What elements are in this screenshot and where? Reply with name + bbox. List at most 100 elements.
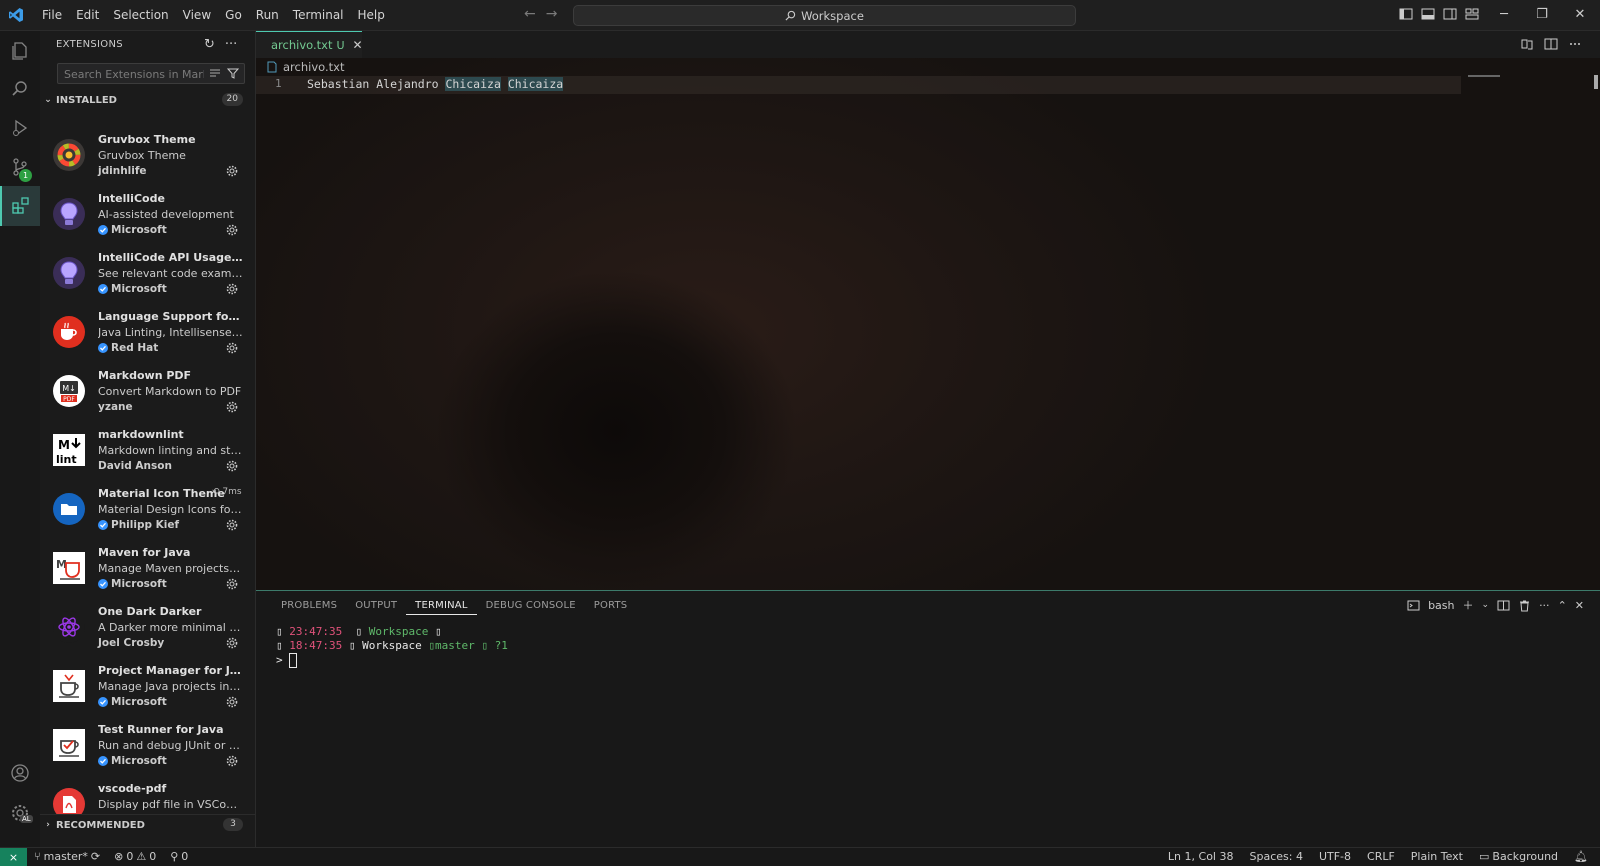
manage-extension-gear-icon[interactable] bbox=[226, 460, 238, 472]
language-mode[interactable]: Plain Text bbox=[1411, 850, 1463, 863]
close-panel-icon[interactable]: ✕ bbox=[1575, 599, 1584, 612]
ports-indicator[interactable]: ⚲ 0 bbox=[170, 850, 188, 863]
verified-publisher-icon bbox=[98, 520, 108, 530]
manage-extension-gear-icon[interactable] bbox=[226, 519, 238, 531]
manage-extension-gear-icon[interactable] bbox=[226, 696, 238, 708]
toggle-secondary-sidebar-icon[interactable] bbox=[1443, 7, 1457, 21]
extensions-icon[interactable] bbox=[0, 186, 40, 226]
current-line[interactable]: 1 Sebastian Alejandro Chicaiza Chicaiza bbox=[256, 76, 1461, 94]
extension-item[interactable]: M↓ PDF Markdown PDF Convert Markdown to PDF… bbox=[40, 364, 255, 424]
menu-selection[interactable]: Selection bbox=[106, 0, 175, 30]
manage-extension-gear-icon[interactable] bbox=[226, 755, 238, 767]
command-center[interactable]: Workspace bbox=[573, 5, 1076, 26]
extension-item[interactable]: Material Icon Theme ⟲ 7ms Material Design … bbox=[40, 482, 255, 542]
tab-ports[interactable]: PORTS bbox=[585, 598, 637, 615]
svg-text:M: M bbox=[58, 438, 70, 452]
accounts-icon[interactable] bbox=[0, 753, 40, 793]
terminal-dropdown-icon[interactable]: ⌄ bbox=[1482, 600, 1490, 610]
clear-filter-icon[interactable] bbox=[209, 67, 221, 79]
split-terminal-icon[interactable] bbox=[1497, 599, 1510, 612]
terminal-time: 18:47:35 bbox=[289, 639, 343, 652]
extension-search-input[interactable] bbox=[62, 66, 206, 82]
manage-extension-gear-icon[interactable] bbox=[226, 115, 238, 127]
more-editor-actions-icon[interactable] bbox=[1568, 37, 1582, 51]
extension-item[interactable]: M Maven for Java Manage Maven projects, ex… bbox=[40, 541, 255, 601]
source-control-icon[interactable]: 1 bbox=[0, 147, 40, 187]
problems-indicator[interactable]: ⊗ 0 ⚠ 0 bbox=[114, 850, 156, 863]
minimize-icon[interactable]: ─ bbox=[1485, 0, 1523, 30]
extension-item[interactable]: Project Manager for Java Manage Java proj… bbox=[40, 659, 255, 719]
manage-extension-gear-icon[interactable] bbox=[226, 637, 238, 649]
run-debug-icon[interactable] bbox=[0, 108, 40, 148]
close-window-icon[interactable]: ✕ bbox=[1561, 0, 1599, 30]
code-line[interactable]: Sebastian Alejandro Chicaiza Chicaiza bbox=[307, 77, 564, 91]
refresh-icon[interactable]: ↻ bbox=[204, 37, 215, 52]
extension-item[interactable]: Gruvbox Theme Gruvbox Theme jdinhlife bbox=[40, 128, 255, 188]
shell-name[interactable]: bash bbox=[1428, 599, 1454, 612]
forward-arrow-icon[interactable]: → bbox=[546, 6, 558, 22]
manage-extension-gear-icon[interactable] bbox=[226, 342, 238, 354]
markdown-pdf-icon: M↓ PDF bbox=[52, 374, 86, 408]
terminal-output[interactable]: ▯ 23:47:35 ▯ Workspace ▯ ▯ 18:47:35 ▯ Wo… bbox=[276, 625, 508, 668]
menu-terminal[interactable]: Terminal bbox=[286, 0, 351, 30]
terminal-icon bbox=[1407, 600, 1420, 610]
encoding[interactable]: UTF-8 bbox=[1319, 850, 1351, 863]
new-terminal-icon[interactable]: ＋ bbox=[1463, 597, 1474, 613]
more-panel-actions-icon[interactable]: ··· bbox=[1539, 599, 1550, 612]
explorer-icon[interactable] bbox=[0, 31, 40, 71]
remote-indicator-icon[interactable]: ⨯ bbox=[0, 848, 27, 866]
search-view-icon[interactable] bbox=[0, 69, 40, 109]
tab-debug-console[interactable]: DEBUG CONSOLE bbox=[477, 598, 585, 615]
close-tab-icon[interactable]: ✕ bbox=[353, 38, 363, 52]
manage-gear-icon[interactable] bbox=[0, 793, 40, 833]
recommended-section-header[interactable]: › RECOMMENDED 3 bbox=[40, 814, 255, 835]
extension-item[interactable]: Language Support for Jav... Java Linting,… bbox=[40, 305, 255, 365]
extension-item[interactable]: IntelliCode AI-assisted development Micros… bbox=[40, 187, 255, 247]
ports-count: 0 bbox=[181, 850, 189, 863]
installed-section-header[interactable]: ⌄ INSTALLED 20 bbox=[40, 90, 255, 110]
tab-terminal[interactable]: TERMINAL bbox=[406, 598, 477, 615]
end-of-line[interactable]: CRLF bbox=[1367, 850, 1395, 863]
menu-go[interactable]: Go bbox=[218, 0, 249, 30]
manage-extension-gear-icon[interactable] bbox=[226, 165, 238, 177]
toggle-primary-sidebar-icon[interactable] bbox=[1399, 7, 1413, 21]
tab-archivo[interactable]: archivo.txt U ✕ bbox=[256, 31, 363, 58]
branch-indicator[interactable]: ⑂ master* ⟳ bbox=[34, 850, 100, 863]
manage-extension-gear-icon[interactable] bbox=[226, 224, 238, 236]
manage-extension-gear-icon[interactable] bbox=[226, 578, 238, 590]
menu-edit[interactable]: Edit bbox=[69, 0, 106, 30]
toggle-panel-icon[interactable] bbox=[1421, 7, 1435, 21]
customize-layout-icon[interactable] bbox=[1465, 7, 1479, 21]
editor-scrollbar[interactable] bbox=[1594, 75, 1598, 89]
background-status[interactable]: ▭ Background bbox=[1479, 850, 1558, 863]
menu-file[interactable]: File bbox=[35, 0, 69, 30]
cursor-position[interactable]: Ln 1, Col 38 bbox=[1168, 850, 1234, 863]
extension-publisher: yzane bbox=[98, 401, 133, 413]
extension-item[interactable]: IntelliCode API Usage Exa... See relevant… bbox=[40, 246, 255, 306]
filter-icon[interactable] bbox=[227, 67, 239, 79]
publisher-name: David Anson bbox=[98, 460, 172, 472]
menu-run[interactable]: Run bbox=[249, 0, 286, 30]
indentation[interactable]: Spaces: 4 bbox=[1249, 850, 1302, 863]
notifications-bell-icon[interactable]: 🔔︎ bbox=[1574, 850, 1588, 863]
menu-help[interactable]: Help bbox=[351, 0, 392, 30]
restore-icon[interactable]: ❐ bbox=[1523, 0, 1561, 30]
extension-item[interactable]: Test Runner for Java Run and debug JUnit … bbox=[40, 718, 255, 778]
breadcrumb-file[interactable]: archivo.txt bbox=[283, 60, 344, 74]
open-changes-icon[interactable] bbox=[1520, 37, 1534, 51]
maximize-panel-icon[interactable]: ⌃ bbox=[1558, 599, 1567, 612]
kill-terminal-icon[interactable] bbox=[1518, 599, 1531, 612]
minimap[interactable] bbox=[1468, 75, 1500, 77]
extension-item[interactable]: Mlint markdownlint Markdown linting and st… bbox=[40, 423, 255, 483]
tab-problems[interactable]: PROBLEMS bbox=[272, 598, 346, 615]
split-editor-icon[interactable] bbox=[1544, 37, 1558, 51]
more-actions-icon[interactable]: ··· bbox=[225, 37, 237, 52]
manage-extension-gear-icon[interactable] bbox=[226, 283, 238, 295]
extension-publisher: Synxty bbox=[98, 115, 139, 127]
tab-output[interactable]: OUTPUT bbox=[346, 598, 406, 615]
error-count: 0 bbox=[126, 850, 134, 863]
manage-extension-gear-icon[interactable] bbox=[226, 401, 238, 413]
menu-view[interactable]: View bbox=[176, 0, 218, 30]
back-arrow-icon[interactable]: ← bbox=[524, 6, 536, 22]
extension-item[interactable]: One Dark Darker A Darker more minimal ver… bbox=[40, 600, 255, 660]
